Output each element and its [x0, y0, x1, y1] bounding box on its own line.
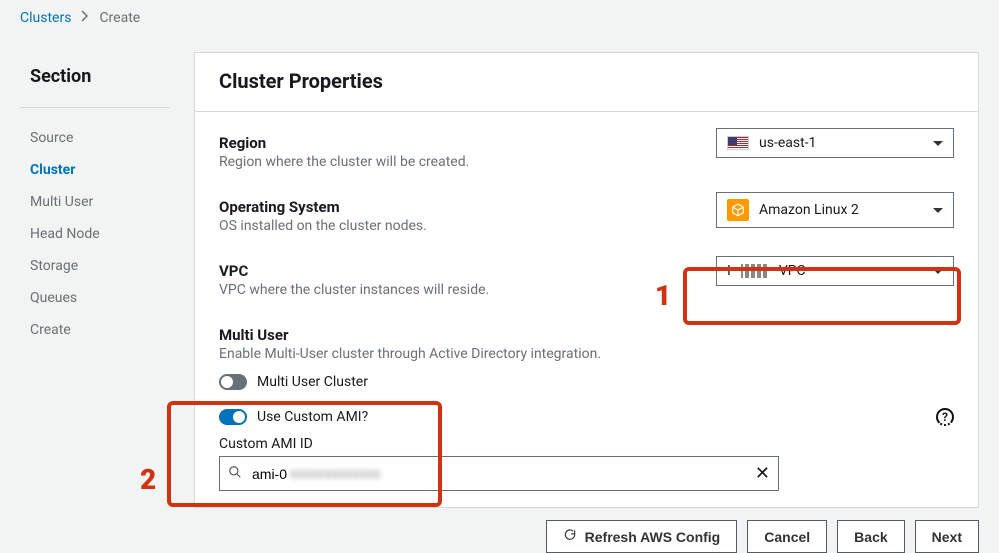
box-icon — [727, 199, 749, 221]
region-desc: Region where the cluster will be created… — [219, 154, 469, 170]
vpc-label: VPC — [219, 262, 489, 280]
refresh-label: Refresh AWS Config — [585, 529, 721, 545]
chevron-down-icon — [933, 208, 943, 213]
multiuser-label: Multi User — [219, 326, 954, 344]
sidebar-item-source[interactable]: Source — [20, 122, 170, 154]
vpc-value-prefix: I — [727, 263, 731, 279]
wizard-sidebar: Section Source Cluster Multi User Head N… — [20, 36, 170, 346]
breadcrumb-current: Create — [99, 10, 140, 26]
flag-us-icon — [727, 136, 749, 150]
custom-ami-toggle[interactable] — [219, 409, 247, 425]
sidebar-item-multiuser[interactable]: Multi User — [20, 186, 170, 218]
chevron-right-icon — [81, 10, 89, 26]
region-label: Region — [219, 134, 469, 152]
custom-ami-id-input-wrap: ✕ xxxxxxxxxxxxx — [219, 456, 779, 491]
panel-cluster-properties: Cluster Properties Region Region where t… — [194, 52, 979, 508]
multiuser-toggle[interactable] — [219, 374, 247, 390]
region-value: us-east-1 — [759, 135, 923, 151]
sidebar-item-storage[interactable]: Storage — [20, 250, 170, 282]
os-select[interactable]: Amazon Linux 2 — [716, 192, 954, 228]
next-button[interactable]: Next — [915, 520, 979, 553]
annotation-num-2: 2 — [140, 463, 156, 496]
clear-icon[interactable]: ✕ — [755, 463, 770, 484]
vpc-value-suffix: VPC — [779, 263, 923, 279]
cancel-button[interactable]: Cancel — [747, 520, 827, 553]
region-select[interactable]: us-east-1 — [716, 128, 954, 158]
vpc-obscured-icon — [741, 264, 769, 278]
page-title: Cluster Properties — [219, 69, 954, 93]
sidebar-item-queues[interactable]: Queues — [20, 282, 170, 314]
custom-ami-toggle-label: Use Custom AMI? — [257, 409, 368, 425]
vpc-desc: VPC where the cluster instances will res… — [219, 282, 489, 298]
search-icon — [228, 465, 242, 483]
os-label: Operating System — [219, 198, 427, 216]
sidebar-title: Section — [20, 66, 170, 97]
multiuser-desc: Enable Multi-User cluster through Active… — [219, 346, 954, 362]
refresh-aws-config-button[interactable]: Refresh AWS Config — [546, 520, 738, 553]
wizard-footer: Refresh AWS Config Cancel Back Next — [0, 508, 999, 553]
os-desc: OS installed on the cluster nodes. — [219, 218, 427, 234]
chevron-down-icon — [933, 269, 943, 274]
back-button[interactable]: Back — [837, 520, 904, 553]
custom-ami-id-label: Custom AMI ID — [195, 436, 978, 452]
sidebar-item-create[interactable]: Create — [20, 314, 170, 346]
refresh-icon — [563, 528, 577, 545]
breadcrumb-root[interactable]: Clusters — [20, 10, 71, 26]
help-icon[interactable]: ? — [936, 408, 954, 426]
breadcrumb: Clusters Create — [0, 0, 999, 36]
vpc-select[interactable]: I VPC — [716, 256, 954, 286]
os-value: Amazon Linux 2 — [759, 202, 923, 218]
sidebar-item-headnode[interactable]: Head Node — [20, 218, 170, 250]
chevron-down-icon — [933, 141, 943, 146]
multiuser-toggle-label: Multi User Cluster — [257, 374, 368, 390]
custom-ami-id-input[interactable] — [250, 465, 747, 483]
sidebar-item-cluster[interactable]: Cluster — [20, 154, 170, 186]
